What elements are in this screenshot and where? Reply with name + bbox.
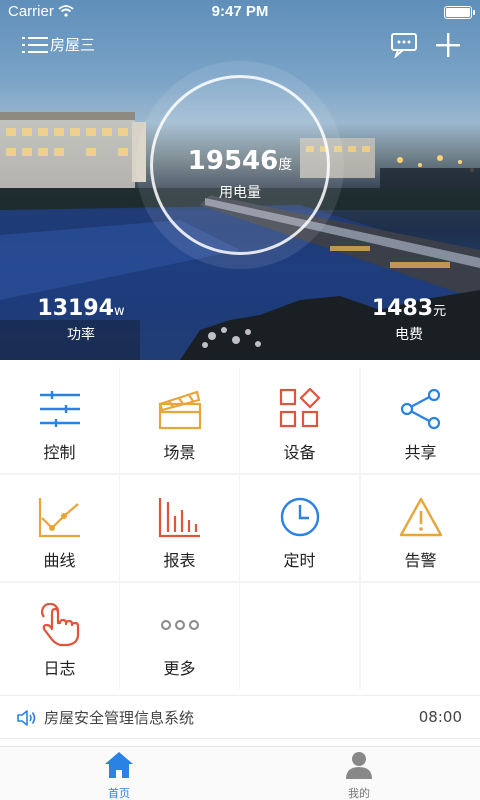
grid-item-label: 曲线 [43,551,76,570]
grid-item-label: 告警 [404,551,437,570]
notice-bar[interactable]: 房屋安全管理信息系统 08:00 [0,695,480,739]
grid-item-scene[interactable]: 场景 [120,367,239,473]
grid-item-label: 设备 [283,443,316,462]
hero-banner: Carrier 9:47 PM 房屋三 19546度 用电量 13194w 功率… [0,0,480,360]
power-stat: 13194w 功率 [26,296,136,344]
notice-text: 房屋安全管理信息系统 [44,709,195,727]
chat-icon[interactable] [390,32,418,62]
fee-unit: 元 [433,304,447,319]
function-grid: 控制 场景 设备 共享 曲线 报表 定时 告警 日志 更多 [0,367,480,689]
grid-item-report[interactable]: 报表 [120,475,239,581]
fee-label: 电费 [395,327,423,343]
tab-mine-label: 我的 [348,787,370,800]
notice-time: 08:00 [418,708,462,726]
energy-usage-gauge: 19546度 用电量 [150,75,330,255]
grid-item-label: 控制 [43,443,76,462]
battery-icon [444,6,475,19]
grid-item-label: 日志 [43,659,76,678]
plus-icon[interactable] [434,31,462,63]
user-icon [299,751,419,783]
share-icon [399,387,443,431]
fee-stat: 1483元 电费 [354,296,464,344]
grid-item-curve[interactable]: 曲线 [0,475,119,581]
home-icon [59,751,179,783]
sliders-icon [38,387,82,431]
grid-item-timer[interactable]: 定时 [240,475,359,581]
grid-item-more[interactable]: 更多 [120,583,239,689]
power-unit: w [113,304,125,319]
speaker-icon [16,708,38,732]
fee-value: 1483 [371,296,434,321]
tab-mine[interactable]: 我的 [299,751,419,800]
grid-item-label: 场景 [163,443,196,462]
grid-item-label: 共享 [404,443,437,462]
tab-home-label: 首页 [108,787,130,800]
grid-empty-cell [361,583,480,689]
tab-home[interactable]: 首页 [59,751,179,800]
grid-item-label: 报表 [163,551,196,570]
status-bar: Carrier 9:47 PM [0,0,480,24]
devices-icon [279,387,321,431]
house-switcher[interactable]: 房屋三 [22,34,95,55]
clock-icon [279,495,321,539]
power-label: 功率 [67,327,95,343]
line-chart-icon [38,495,82,539]
power-value: 13194 [37,296,114,321]
hand-pointer-icon [38,603,82,647]
energy-label: 用电量 [219,185,261,201]
grid-empty-cell [240,583,359,689]
grid-item-device[interactable]: 设备 [240,367,359,473]
house-name: 房屋三 [50,36,96,54]
warning-icon [399,495,443,539]
bar-chart-icon [158,495,202,539]
grid-item-control[interactable]: 控制 [0,367,119,473]
grid-item-alarm[interactable]: 告警 [361,475,480,581]
grid-item-label: 更多 [163,659,196,678]
grid-item-log[interactable]: 日志 [0,583,119,689]
grid-item-label: 定时 [283,551,316,570]
bottom-tab-bar: 首页 我的 [0,746,480,800]
clapperboard-icon [157,387,203,431]
more-icon [158,603,202,647]
energy-value: 19546 [187,146,279,176]
menu-icon [22,35,48,55]
grid-item-share[interactable]: 共享 [361,367,480,473]
energy-unit: 度 [278,157,293,173]
top-nav: 房屋三 [0,28,480,64]
clock-label: 9:47 PM [211,3,269,20]
